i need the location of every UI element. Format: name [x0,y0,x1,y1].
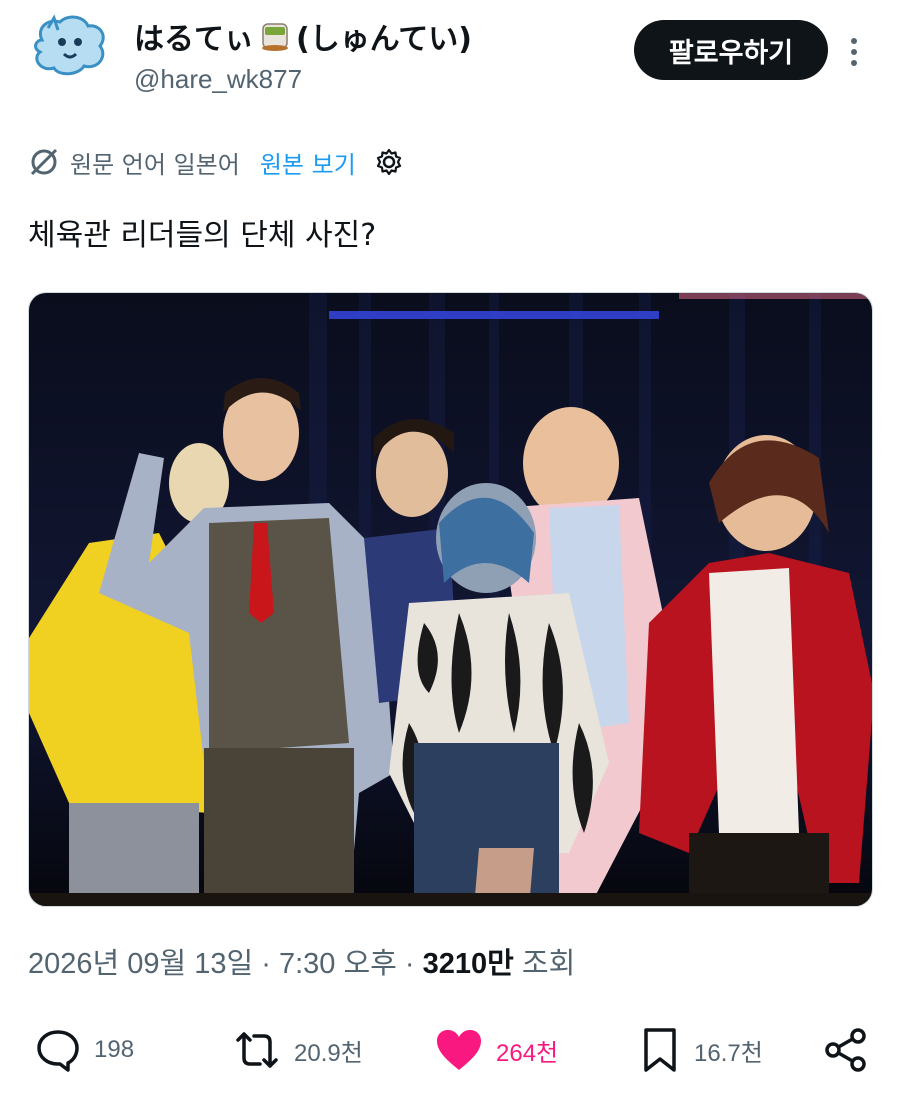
translate-icon [30,148,58,176]
bookmark-icon [644,1028,676,1072]
view-label: 조회 [513,948,576,980]
repost-button[interactable]: 20.9천 [232,1020,363,1080]
share-icon [825,1028,866,1072]
display-name-end: (しゅんてい) [296,22,472,57]
more-vertical-icon[interactable] [846,34,862,70]
source-language-label: 원문 언어 일본어 [70,150,240,179]
avatar-mascot [34,14,105,76]
reply-count: 198 [94,1036,135,1063]
post-meta: 2026년 09월 13일 · 7:30 오후 · 3210만 조회 [28,940,575,982]
display-name[interactable]: はるてぃ (しゅんてい) [134,14,472,58]
show-original-link[interactable]: 원본 보기 [260,145,356,180]
like-button[interactable]: 264천 [434,1020,558,1080]
post-time: 7:30 오후 [278,948,397,980]
follow-button[interactable]: 팔로우하기 [634,20,828,80]
gear-icon[interactable] [374,147,404,177]
bookmark-count: 16.7천 [694,1039,763,1067]
display-name-start: はるてぃ [134,22,254,57]
translation-bar: 원문 언어 일본어 원본 보기 [28,142,404,182]
meta-separator: · [396,948,423,980]
stage-photo [29,293,872,906]
reply-button[interactable]: 198 [34,1020,134,1080]
avatar[interactable] [28,10,112,82]
post-photo[interactable] [28,292,873,907]
repost-icon [236,1032,278,1068]
repost-count: 20.9천 [294,1039,363,1067]
tea-cup-icon [262,23,288,51]
bookmark-button[interactable]: 16.7천 [638,1020,763,1080]
meta-separator: · [253,948,279,980]
post-date: 2026년 09월 13일 [28,948,254,980]
share-button[interactable] [822,1020,870,1080]
user-handle[interactable]: @hare_wk877 [134,64,302,95]
like-count: 264천 [496,1039,559,1067]
reply-icon [37,1030,79,1072]
heart-icon [437,1030,481,1070]
view-count: 3210만 [422,948,514,980]
post-text: 체육관 리더들의 단체 사진? [28,218,377,253]
action-bar: 198 20.9천 264천 16.7천 [0,1020,900,1080]
